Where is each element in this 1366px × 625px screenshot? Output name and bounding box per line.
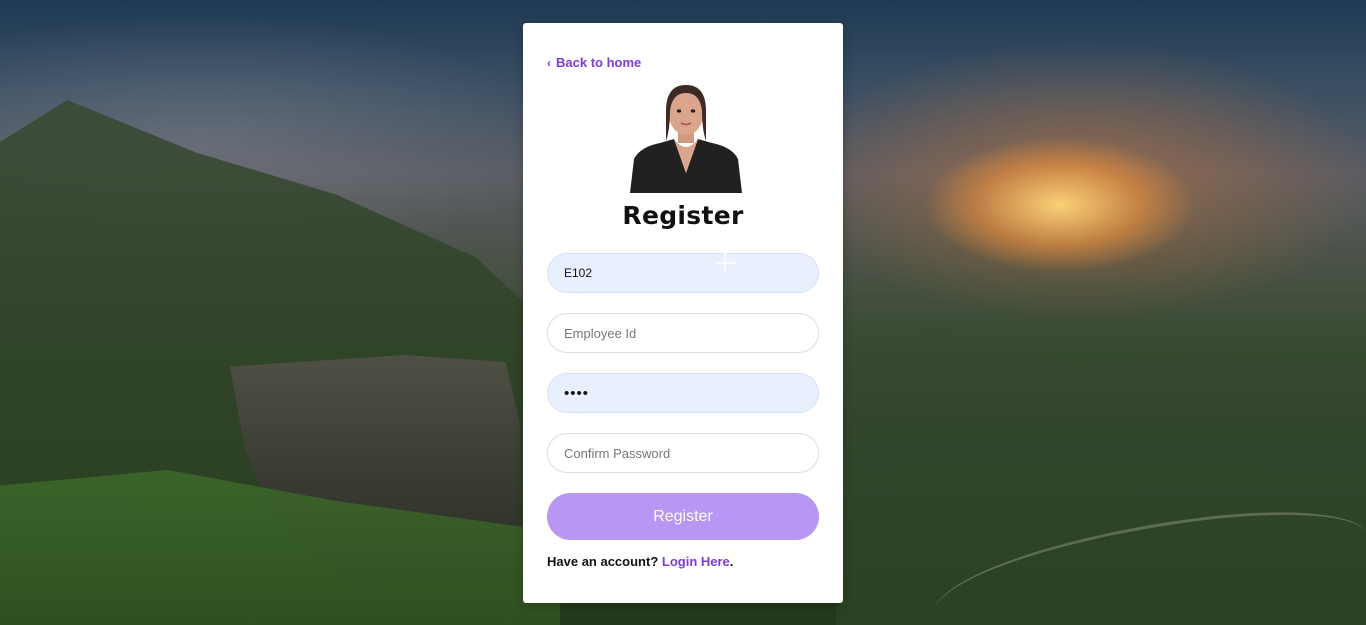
back-to-home-label: Back to home [556, 55, 642, 70]
password-field[interactable] [547, 373, 819, 413]
username-field[interactable] [547, 253, 819, 293]
register-card: ‹ Back to home Register Register Have an… [523, 23, 843, 603]
employee-id-field[interactable] [547, 313, 819, 353]
login-prompt-text: Have an account? [547, 554, 659, 569]
avatar [630, 81, 742, 193]
confirm-password-field[interactable] [547, 433, 819, 473]
login-prompt: Have an account? Login Here. [547, 554, 733, 569]
page-title: Register [622, 201, 744, 230]
register-button[interactable]: Register [547, 493, 819, 540]
login-prompt-suffix: . [729, 554, 734, 569]
chevron-left-icon: ‹ [547, 55, 551, 70]
login-here-link[interactable]: Login Here [662, 554, 730, 569]
back-to-home-link[interactable]: ‹ Back to home [547, 55, 641, 70]
